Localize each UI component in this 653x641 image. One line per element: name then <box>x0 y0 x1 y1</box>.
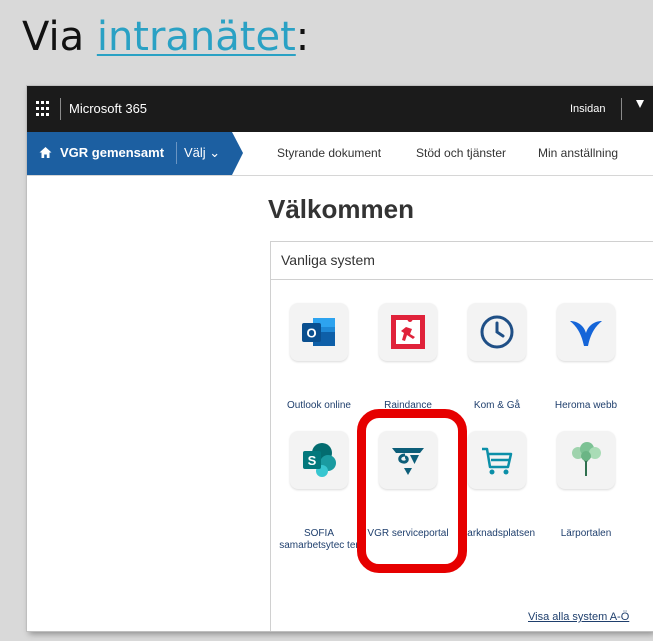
svg-text:S: S <box>308 453 317 468</box>
app-label-kom-ga[interactable]: Kom & Gå <box>452 400 542 412</box>
clock-icon <box>480 315 514 349</box>
panel-title: Vanliga system <box>281 252 375 268</box>
highlight-box <box>357 409 467 573</box>
app-label-larportalen[interactable]: Lärportalen <box>541 528 631 540</box>
app-tile-sofia[interactable]: S <box>290 431 348 489</box>
page-heading: Via intranätet: <box>22 14 309 60</box>
app-label-outlook[interactable]: Outlook online <box>274 400 364 412</box>
app-label-sofia[interactable]: SOFIA samarbetsytec ter <box>274 528 364 552</box>
suite-bar: Microsoft 365 Insidan <box>27 86 653 132</box>
tree-icon <box>572 442 601 476</box>
app-name[interactable]: Microsoft 365 <box>69 101 147 116</box>
app-tile-outlook[interactable]: O <box>290 303 348 361</box>
intranet-screenshot: Microsoft 365 Insidan VGR gemensamt Välj… <box>27 86 653 631</box>
home-icon <box>39 147 52 158</box>
select-dropdown[interactable]: Välj ⌄ <box>184 145 220 161</box>
nav-link-styrande-dokument[interactable]: Styrande dokument <box>277 146 381 160</box>
app-tile-heroma[interactable] <box>557 303 615 361</box>
app-tile-raindance[interactable] <box>379 303 437 361</box>
all-systems-link[interactable]: Visa alla system A-Ö <box>528 611 629 623</box>
heroma-icon <box>570 321 602 346</box>
dropdown-caret-icon[interactable] <box>636 100 644 108</box>
heading-suffix: : <box>295 14 310 60</box>
app-label-heroma[interactable]: Heroma webb <box>541 400 631 412</box>
site-navigation: VGR gemensamt Välj ⌄ Styrande dokument S… <box>27 132 653 176</box>
app-tile-larportalen[interactable] <box>557 431 615 489</box>
cart-icon <box>482 447 513 475</box>
site-link[interactable]: Insidan <box>570 103 605 115</box>
svg-text:O: O <box>306 326 316 341</box>
panel-header: Vanliga system <box>270 241 653 280</box>
outlook-icon: O <box>302 318 335 346</box>
divider <box>60 98 61 120</box>
nav-link-stod-och-tjanster[interactable]: Stöd och tjänster <box>416 146 506 160</box>
heading-prefix: Via <box>22 14 97 60</box>
intranet-link[interactable]: intranätet <box>97 14 296 60</box>
divider <box>621 98 622 120</box>
home-label: VGR gemensamt <box>60 145 165 160</box>
raindance-icon <box>391 315 425 349</box>
divider <box>176 142 177 164</box>
app-launcher-icon[interactable] <box>36 101 52 117</box>
welcome-title: Välkommen <box>268 194 414 224</box>
nav-link-min-anstallning[interactable]: Min anställning <box>538 146 618 160</box>
sharepoint-icon: S <box>303 443 336 477</box>
app-tile-marknadsplatsen[interactable] <box>468 431 526 489</box>
app-tile-kom-ga[interactable] <box>468 303 526 361</box>
home-button[interactable]: VGR gemensamt Välj ⌄ <box>27 132 243 175</box>
